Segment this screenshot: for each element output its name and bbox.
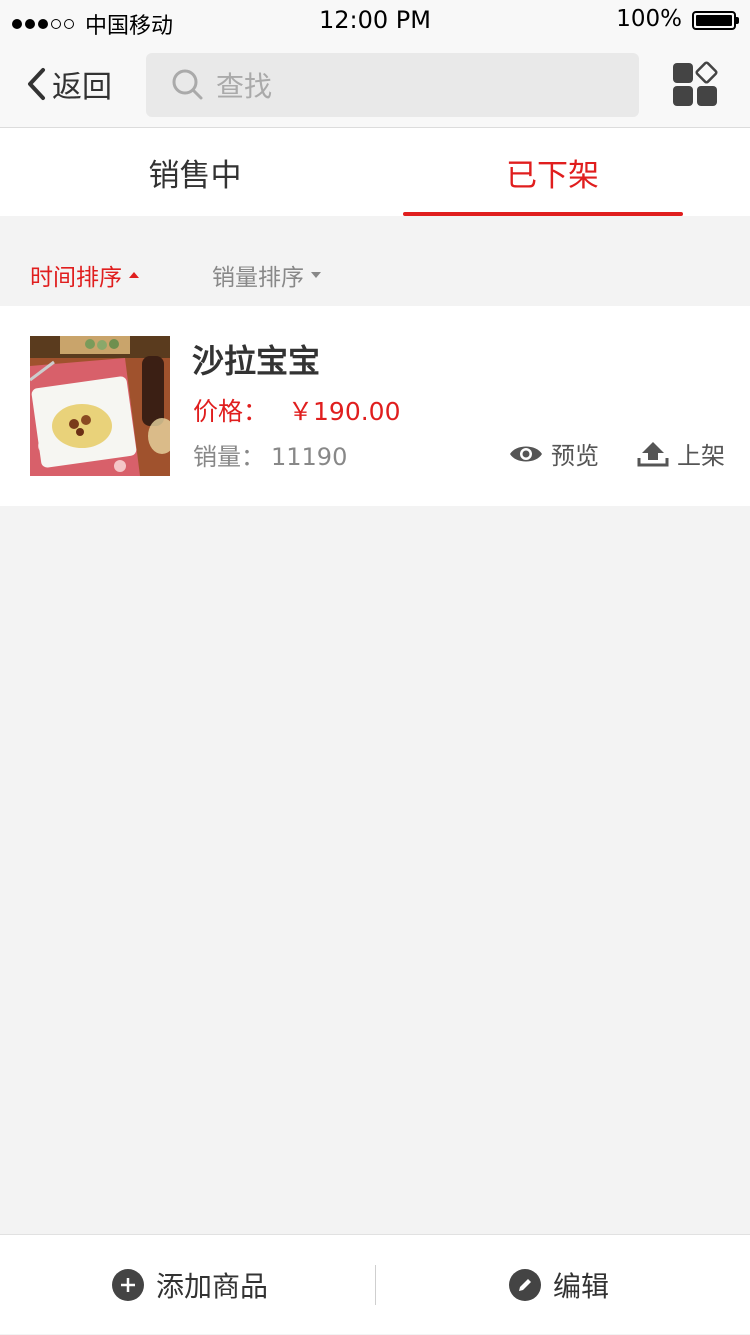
- upload-icon: [637, 441, 669, 466]
- battery-icon: [692, 11, 739, 30]
- battery-percentage: 100%: [616, 6, 682, 32]
- sort-by-sales-button[interactable]: 销量排序: [212, 258, 321, 292]
- grid-menu-button[interactable]: [672, 61, 718, 107]
- sort-by-time-label: 时间排序: [30, 265, 122, 291]
- sales-value: 11190: [271, 443, 348, 471]
- product-thumbnail: [30, 336, 170, 476]
- status-bar: 中国移动 12:00 PM 100%: [0, 0, 750, 40]
- add-product-label: 添加商品: [156, 1270, 269, 1303]
- product-price: 价格： ￥190.00: [193, 392, 401, 428]
- price-value: ￥190.00: [288, 397, 401, 426]
- navigation-bar: 返回 查找: [0, 40, 750, 128]
- sort-ascending-icon: [129, 272, 139, 278]
- tab-on-sale[interactable]: 销售中: [10, 128, 380, 216]
- price-label: 价格：: [193, 397, 269, 426]
- preview-button[interactable]: 预览: [509, 436, 599, 471]
- search-icon: [172, 69, 204, 101]
- product-sales: 销量： 11190: [193, 437, 347, 472]
- back-button[interactable]: 返回: [26, 62, 112, 106]
- put-on-shelf-label: 上架: [677, 442, 725, 470]
- put-on-shelf-button[interactable]: 上架: [637, 436, 725, 471]
- search-placeholder: 查找: [216, 70, 273, 103]
- search-input[interactable]: 查找: [146, 53, 639, 117]
- add-product-button[interactable]: 添加商品: [112, 1235, 268, 1335]
- tab-off-shelf[interactable]: 已下架: [365, 128, 740, 216]
- sort-descending-icon: [311, 272, 321, 278]
- preview-label: 预览: [551, 442, 599, 470]
- bottom-action-bar: 添加商品 编辑: [0, 1234, 750, 1334]
- pencil-circle-icon: [509, 1269, 541, 1301]
- sort-bar: 时间排序 销量排序: [0, 216, 750, 306]
- back-chevron-icon: [28, 68, 45, 100]
- sort-by-time-button[interactable]: 时间排序: [30, 258, 139, 292]
- eye-icon: [510, 446, 542, 461]
- sales-label: 销量：: [193, 443, 265, 471]
- bottom-divider: [375, 1265, 376, 1305]
- sort-by-sales-label: 销量排序: [212, 265, 304, 291]
- product-name: 沙拉宝宝: [192, 342, 321, 380]
- edit-label: 编辑: [553, 1270, 610, 1303]
- back-label: 返回: [52, 70, 112, 105]
- plus-circle-icon: [112, 1269, 144, 1301]
- tab-bar: 销售中 已下架: [0, 128, 750, 216]
- product-list-item[interactable]: 沙拉宝宝 价格： ￥190.00 销量： 11190 预览 上架: [0, 306, 750, 506]
- edit-button[interactable]: 编辑: [509, 1235, 609, 1335]
- grid-menu-icon: [673, 61, 718, 106]
